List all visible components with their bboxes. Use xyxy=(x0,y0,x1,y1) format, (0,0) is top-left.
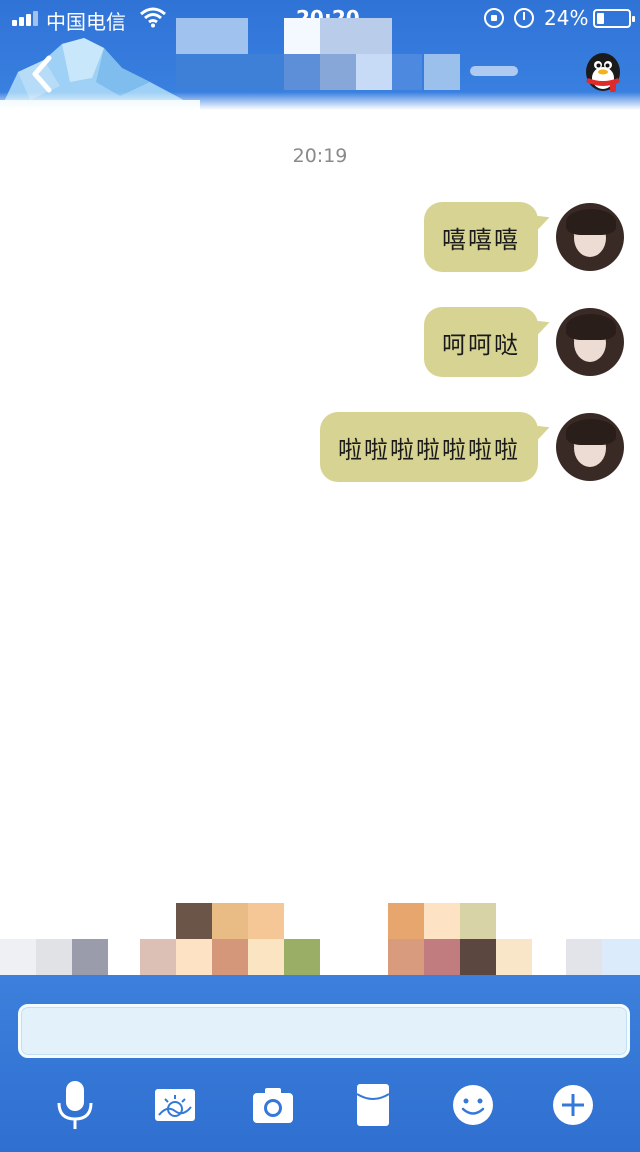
red-packet-icon xyxy=(356,1084,390,1126)
smiley-icon xyxy=(453,1085,493,1125)
avatar[interactable] xyxy=(556,308,624,376)
avatar[interactable] xyxy=(556,413,624,481)
message-bubble[interactable]: 嘻嘻嘻 xyxy=(424,202,538,272)
image-icon xyxy=(155,1089,195,1121)
avatar[interactable] xyxy=(556,203,624,271)
message-row: 嘻嘻嘻 xyxy=(424,200,624,274)
camera-icon xyxy=(253,1088,293,1123)
emoji-button[interactable] xyxy=(448,1080,498,1130)
message-input[interactable] xyxy=(18,1004,630,1058)
alarm-icon xyxy=(514,8,534,28)
camera-button[interactable] xyxy=(248,1080,298,1130)
plus-icon xyxy=(553,1085,593,1125)
photo-button[interactable] xyxy=(150,1080,200,1130)
cloud-decoration xyxy=(470,66,518,76)
wifi-icon xyxy=(140,7,166,28)
battery-percent: 24% xyxy=(544,6,589,30)
signal-icon xyxy=(12,10,40,26)
message-row: 啦啦啦啦啦啦啦 xyxy=(320,410,624,484)
red-packet-button[interactable] xyxy=(348,1080,398,1130)
qq-penguin-icon[interactable] xyxy=(580,48,626,94)
rotation-lock-icon xyxy=(484,8,504,28)
message-bubble[interactable]: 呵呵哒 xyxy=(424,307,538,377)
microphone-icon xyxy=(57,1081,93,1129)
top-bar: 中国电信 20:20 24% xyxy=(0,0,640,110)
message-row: 呵呵哒 xyxy=(424,305,624,379)
message-timestamp: 20:19 xyxy=(292,145,348,167)
carrier-label: 中国电信 xyxy=(46,10,126,34)
chevron-left-icon xyxy=(32,55,52,93)
conversation-title-pixelated[interactable] xyxy=(176,18,476,92)
battery-icon xyxy=(593,9,635,28)
message-bubble[interactable]: 啦啦啦啦啦啦啦 xyxy=(320,412,538,482)
battery-level-fill xyxy=(597,13,604,24)
composer-toolbar xyxy=(0,1080,640,1136)
more-button[interactable] xyxy=(548,1080,598,1130)
header-fade xyxy=(0,92,640,110)
voice-button[interactable] xyxy=(50,1080,100,1130)
back-button[interactable] xyxy=(22,52,62,96)
